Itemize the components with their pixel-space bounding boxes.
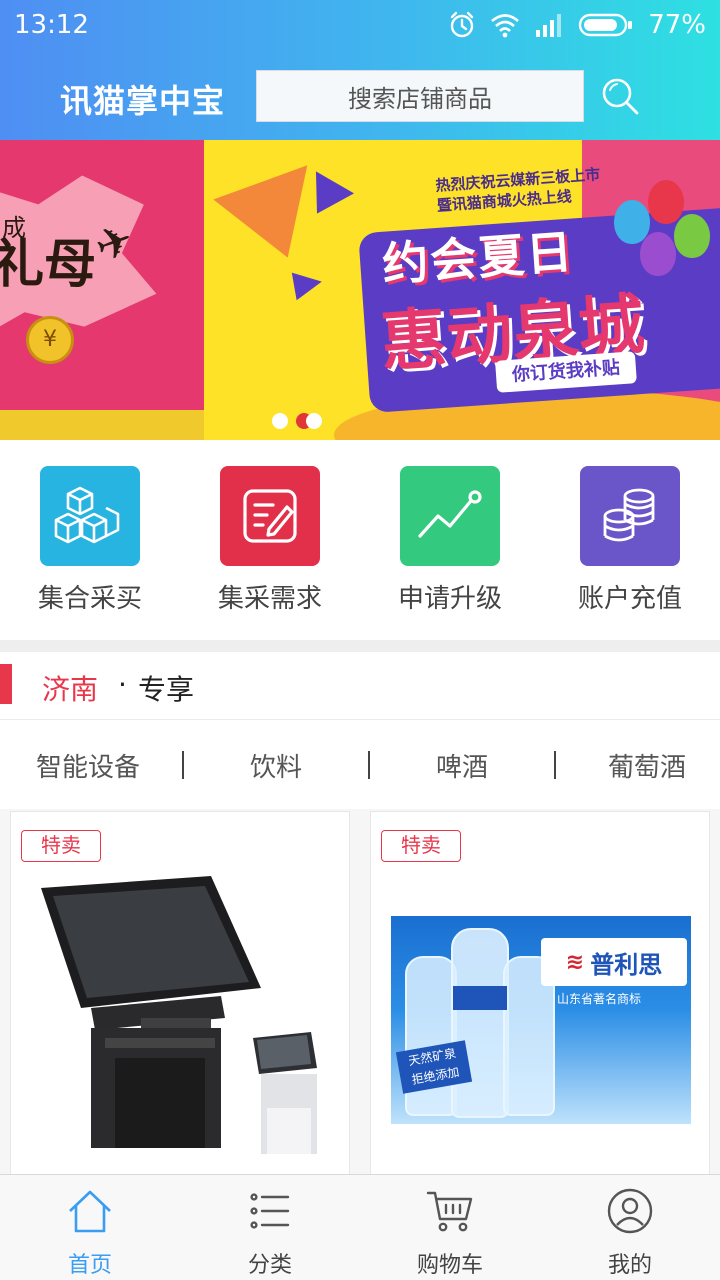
category-tab-smart-devices[interactable]: 智能设备: [36, 747, 140, 784]
balloon-icon: [648, 180, 684, 224]
battery-percent: 77%: [648, 10, 706, 40]
banner-prev-big-text: 礼母: [0, 235, 97, 295]
section-accent-bar: [0, 664, 12, 704]
coins-icon: [580, 466, 680, 566]
brand-logo: ≋ 普利思: [541, 938, 687, 986]
search-input[interactable]: 搜索店铺商品: [256, 70, 584, 122]
product-card[interactable]: 特卖: [10, 811, 350, 1191]
app-bar: 讯猫掌中宝 搜索店铺商品: [0, 60, 720, 140]
mineral-water-image: ≋ 普利思 山东省著名商标 天然矿泉 拒绝添加: [391, 916, 691, 1124]
section-city: 济南: [42, 673, 99, 706]
tab-categories[interactable]: 分类: [180, 1175, 360, 1280]
banner-slide-previous: 成 礼母 ✈ ¥: [0, 140, 204, 440]
tab-label: 购物车: [416, 1253, 483, 1278]
quick-actions: 集合采买 集采需求 申请升级 账户充值: [0, 440, 720, 640]
status-bar: 13:12 77%: [0, 0, 720, 50]
category-tab-wine[interactable]: 葡萄酒: [608, 747, 686, 784]
promo-banner[interactable]: 成 礼母 ✈ ¥ 热烈庆祝云媒新三板上市 暨讯猫商城火热上线 约会夏日 惠动泉城…: [0, 140, 720, 440]
tab-home[interactable]: 首页: [0, 1175, 180, 1280]
status-icons: 77%: [448, 8, 706, 42]
category-separator: [182, 751, 184, 779]
home-icon: [69, 1190, 111, 1233]
product-grid: 特卖 特卖 ≋ 普利思 山东省著名商标 天然矿泉 拒绝添加: [0, 809, 720, 1191]
trend-up-icon: [400, 466, 500, 566]
banner-slide-current: 热烈庆祝云媒新三板上市 暨讯猫商城火热上线 约会夏日 惠动泉城 你订货我补贴: [204, 140, 720, 440]
pagination-dot[interactable]: [306, 413, 322, 429]
quick-action-upgrade[interactable]: 申请升级: [360, 466, 540, 626]
brand-mark-icon: ≋: [565, 949, 585, 975]
section-title: 专享: [138, 673, 195, 706]
coin-icon: ¥: [26, 316, 74, 364]
category-separator: [368, 751, 370, 779]
banner-prev-strip: [0, 410, 204, 440]
quick-action-label: 集采需求: [217, 584, 322, 614]
pagination-dot[interactable]: [272, 413, 288, 429]
tab-cart[interactable]: 购物车: [360, 1175, 540, 1280]
signal-icon: [536, 14, 562, 37]
quick-action-demand[interactable]: 集采需求: [180, 466, 360, 626]
user-icon: [607, 1188, 653, 1234]
category-separator: [554, 751, 556, 779]
banner-pagination: [272, 413, 322, 429]
tab-me[interactable]: 我的: [540, 1175, 720, 1280]
section-divider: [0, 640, 720, 652]
boxes-icon: [40, 466, 140, 566]
decor-triangle: [291, 267, 325, 301]
quick-action-label: 申请升级: [397, 584, 502, 614]
quick-action-group-buy[interactable]: 集合采买: [0, 466, 180, 626]
search-icon[interactable]: [598, 74, 642, 118]
pos-terminal-image: [41, 876, 317, 1154]
sale-badge: 特卖: [21, 830, 101, 862]
cart-icon: [426, 1191, 473, 1232]
balloon-icon: [674, 214, 710, 258]
list-icon: [250, 1193, 290, 1229]
category-tabs: 智能设备 饮料 啤酒 葡萄酒: [0, 721, 720, 809]
section-header: 济南 · 专享: [0, 652, 720, 720]
quick-action-label: 账户充值: [577, 584, 682, 614]
category-tab-beer[interactable]: 啤酒: [436, 747, 488, 784]
battery-icon: [579, 13, 633, 37]
banner-announcement: 热烈庆祝云媒新三板上市 暨讯猫商城火热上线: [435, 164, 602, 215]
category-tab-drinks[interactable]: 饮料: [250, 747, 302, 784]
sale-badge: 特卖: [381, 830, 461, 862]
section-separator: ·: [118, 668, 127, 701]
header: 13:12 77% 讯猫掌中宝 搜索店铺商品: [0, 0, 720, 140]
wifi-icon: [491, 14, 520, 38]
status-time: 13:12: [14, 10, 89, 40]
edit-form-icon: [220, 466, 320, 566]
balloon-icon: [640, 232, 676, 276]
alarm-icon: [451, 11, 474, 38]
search-placeholder: 搜索店铺商品: [348, 84, 492, 113]
product-card[interactable]: 特卖 ≋ 普利思 山东省著名商标 天然矿泉 拒绝添加: [370, 811, 710, 1191]
quick-action-recharge[interactable]: 账户充值: [540, 466, 720, 626]
tab-label: 首页: [67, 1253, 112, 1278]
bottle-label: [453, 986, 507, 1010]
bottom-tab-bar: 首页 分类 购物车 我的: [0, 1174, 720, 1280]
brand-name: 普利思: [590, 950, 663, 979]
app-title: 讯猫掌中宝: [60, 82, 226, 120]
tab-label: 分类: [247, 1253, 292, 1278]
brand-subtitle: 山东省著名商标: [557, 992, 642, 1006]
water-bottle: [451, 928, 509, 1118]
quick-action-label: 集合采买: [37, 584, 142, 614]
tab-label: 我的: [607, 1253, 652, 1278]
